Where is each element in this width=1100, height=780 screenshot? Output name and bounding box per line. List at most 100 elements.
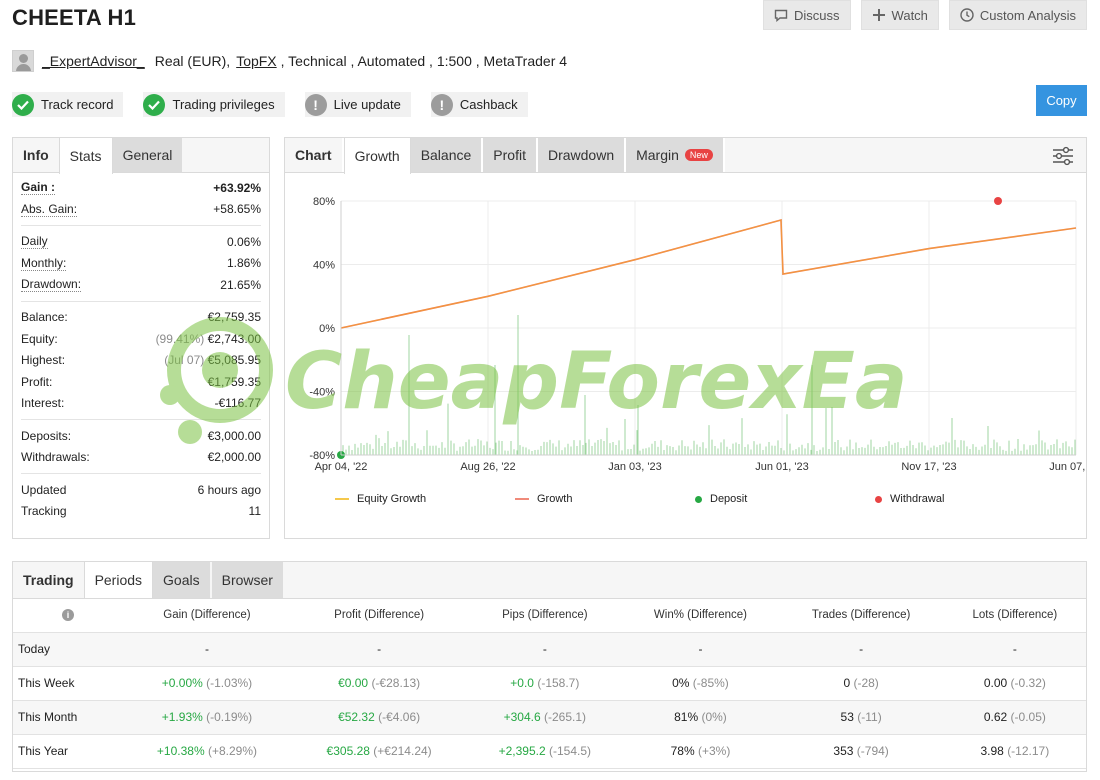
stat-highest: Highest: (Jul 07) €5,085.95 (21, 350, 261, 372)
stat-deposits: Deposits: €3,000.00 (21, 425, 261, 447)
legend-label: Equity Growth (357, 493, 427, 505)
badge-live-update[interactable]: ! Live update (304, 92, 411, 117)
tab-trading[interactable]: Trading (13, 562, 84, 598)
table-row: This Month +1.93% (-0.19%) €52.32 (-€4.06)… (13, 700, 1086, 735)
badge-track-record[interactable]: Track record (12, 92, 124, 117)
column-header: Trades (Difference) (778, 599, 944, 633)
tab-margin[interactable]: Margin New (626, 138, 725, 172)
avatar[interactable] (12, 50, 34, 72)
badge-cashback[interactable]: ! Cashback (430, 92, 528, 117)
badge-label: Track record (41, 97, 114, 112)
table-row: Today - - - - - - (13, 632, 1086, 667)
stat-value: €1,759.35 (207, 374, 261, 389)
table-cell: 0.00 (-0.32) (943, 666, 1086, 701)
tab-browser[interactable]: Browser (211, 562, 283, 598)
table-cell: +1.93% (-0.19%) (123, 700, 291, 735)
cell-difference: (-0.19%) (206, 710, 253, 724)
page-title: CHEETA H1 (12, 5, 137, 30)
stat-value: €5,085.95 (207, 353, 261, 368)
discuss-button[interactable]: Discuss (763, 0, 851, 30)
legend-equity-growth[interactable]: Equity Growth (335, 493, 515, 505)
table-header: i Gain (Difference) Profit (Difference) … (13, 599, 1086, 633)
check-icon (143, 93, 166, 116)
x-tick-label: Jun 07, '24 (1049, 461, 1086, 473)
table-cell: 353 (-794) (778, 734, 944, 769)
legend-withdrawal[interactable]: Withdrawal (875, 493, 1055, 505)
trading-panel: Trading Periods Goals Browser i Gain (Di… (12, 561, 1087, 772)
copy-button[interactable]: Copy (1036, 85, 1087, 116)
stat-withdrawals: Withdrawals: €2,000.00 (21, 447, 261, 469)
growth-line (340, 218, 1077, 329)
tab-balance[interactable]: Balance (410, 138, 484, 172)
table-cell: - (123, 632, 291, 667)
stat-label[interactable]: Drawdown: (21, 277, 82, 293)
tab-general[interactable]: General (112, 138, 183, 172)
exclamation-icon: ! (304, 93, 327, 116)
y-tick-label: -40% (309, 387, 335, 399)
divider (21, 419, 261, 420)
table-cell: +0.0 (-158.7) (467, 666, 623, 701)
tab-profit[interactable]: Profit (483, 138, 538, 172)
table-cell: - (290, 632, 468, 667)
legend-swatch (695, 495, 702, 503)
legend-label: Withdrawal (890, 493, 945, 505)
stat-drawdown: Drawdown: 21.65% (21, 274, 261, 296)
stats-list: Gain : +63.92% Abs. Gain: +58.65% Daily … (13, 173, 269, 522)
badge-trading-privileges[interactable]: Trading privileges (143, 92, 285, 117)
stat-label[interactable]: Monthly: (21, 256, 67, 271)
watch-button[interactable]: Watch (860, 0, 939, 30)
column-header: Lots (Difference) (943, 599, 1086, 633)
cell-difference: (-85%) (692, 676, 729, 690)
filter-settings-icon[interactable] (1052, 146, 1074, 166)
x-tick-label: Nov 17, '23 (901, 461, 956, 473)
tab-growth[interactable]: Growth (343, 138, 411, 174)
table-cell: - (622, 632, 779, 667)
growth-chart[interactable]: 80%40%0%-40%-80%Apr 04, '22 Aug 26, '22 Ja… (285, 175, 1086, 505)
info-icon[interactable]: i (62, 609, 74, 622)
discuss-label: Discuss (794, 7, 840, 23)
cell-value: 78% (670, 744, 695, 758)
custom-analysis-button[interactable]: Custom Analysis (948, 0, 1087, 30)
table-row: This Week +0.00% (-1.03%) €0.00 (-€28.13) +… (13, 666, 1086, 701)
author-link[interactable]: _ExpertAdvisor_ (42, 53, 145, 69)
tab-info[interactable]: Info (13, 138, 59, 172)
legend-growth[interactable]: Growth (515, 493, 695, 505)
stat-label: Balance: (21, 310, 68, 325)
periods-table: i Gain (Difference) Profit (Difference) … (13, 599, 1086, 769)
tab-periods[interactable]: Periods (83, 562, 154, 598)
cell-difference: (+3%) (697, 744, 731, 758)
cell-value: +1.93% (161, 710, 203, 724)
tab-drawdown[interactable]: Drawdown (537, 138, 627, 172)
stat-value: 11 (248, 504, 261, 519)
cell-difference: (-154.5) (549, 744, 592, 758)
cell-value: €305.28 (326, 744, 370, 758)
stat-label[interactable]: Abs. Gain: (21, 202, 78, 217)
badge-label: Trading privileges (172, 97, 275, 112)
y-tick-label: 0% (319, 323, 335, 335)
stat-value: 1.86% (226, 256, 261, 271)
stat-daily: Daily 0.06% (21, 231, 261, 253)
legend-deposit[interactable]: Deposit (695, 493, 875, 505)
cell-value: 3.98 (980, 744, 1004, 758)
table-cell: +304.6 (-265.1) (467, 700, 623, 735)
tab-stats[interactable]: Stats (58, 138, 113, 174)
stat-label[interactable]: Gain : (21, 180, 56, 196)
column-header: Profit (Difference) (290, 599, 468, 633)
x-tick-label: Jan 03, '23 (608, 461, 661, 473)
x-tick-label: Aug 26, '22 (460, 461, 515, 473)
tab-goals[interactable]: Goals (153, 562, 210, 598)
cell-value: 0.00 (983, 676, 1008, 690)
cell-value: 0% (672, 676, 690, 690)
stat-value: €2,000.00 (207, 450, 261, 465)
stat-balance: Balance: €2,759.35 (21, 307, 261, 329)
x-tick-label: Jun 01, '23 (755, 461, 808, 473)
table-cell: 53 (-11) (778, 700, 944, 735)
broker-link[interactable]: TopFX (236, 53, 276, 69)
stat-label[interactable]: Daily (21, 234, 48, 250)
column-header: Gain (Difference) (123, 599, 291, 633)
table-cell: 0.62 (-0.05) (943, 700, 1086, 735)
watch-label: Watch (891, 7, 928, 23)
stat-value: +63.92% (213, 180, 261, 195)
tab-chart[interactable]: Chart (285, 138, 344, 172)
cell-value: 0.62 (983, 710, 1008, 724)
